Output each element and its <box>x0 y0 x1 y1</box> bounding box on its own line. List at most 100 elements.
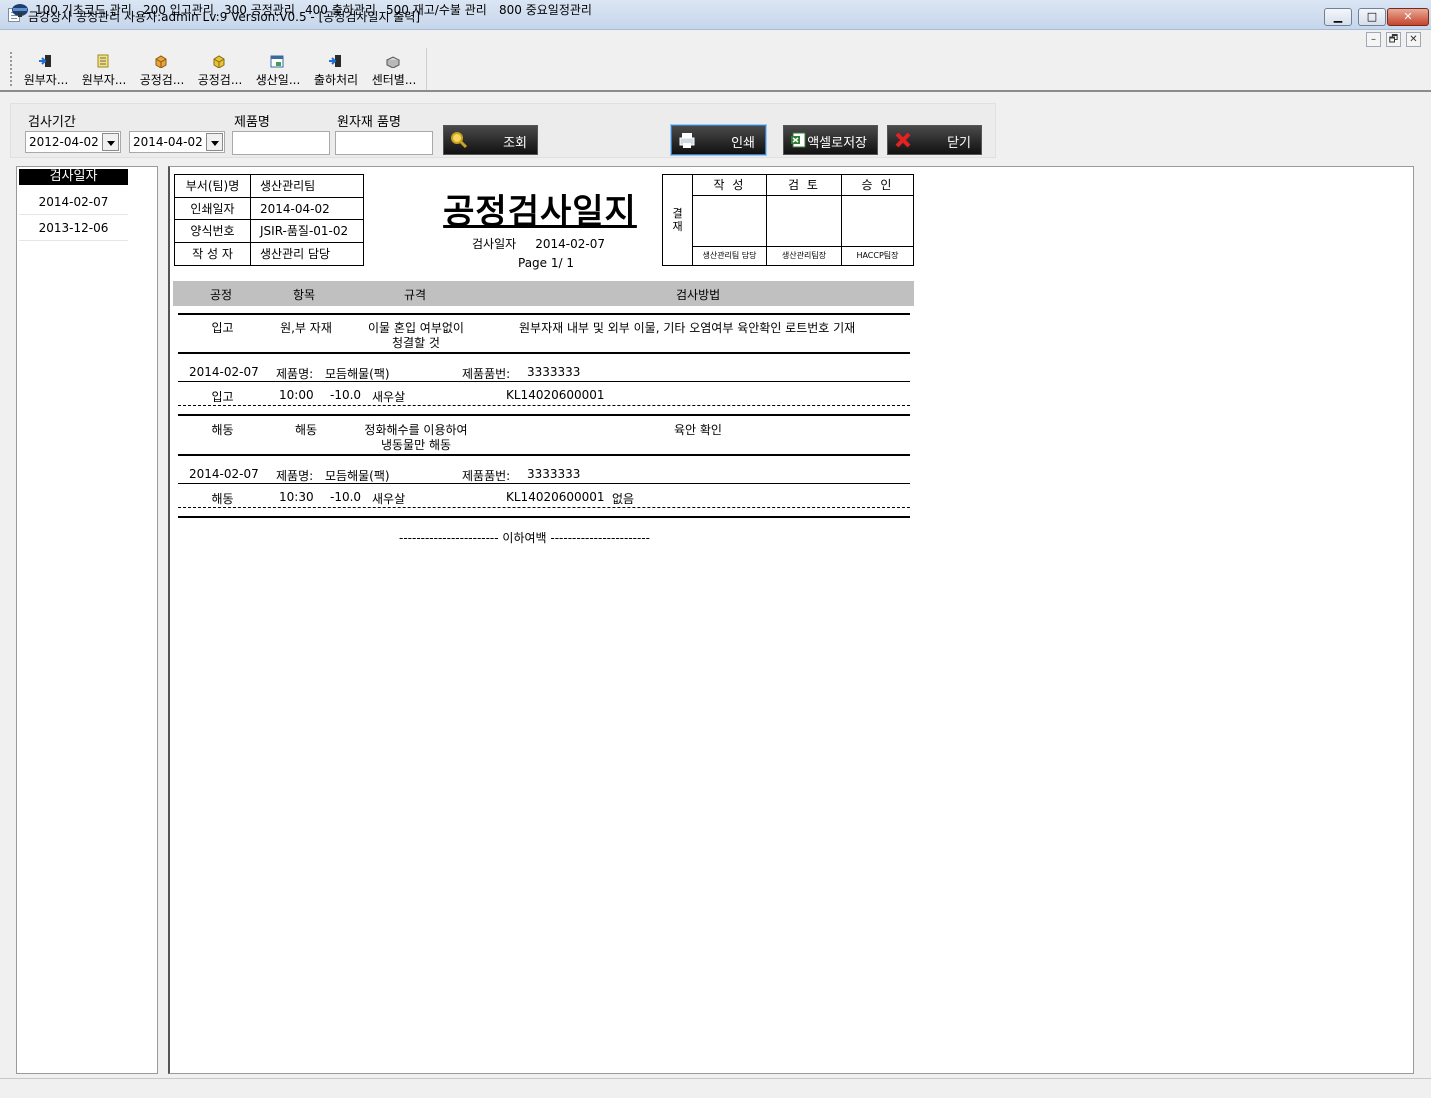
group-product: 모듬해물(팩) <box>325 469 390 483</box>
menu-400-shipping[interactable]: 400 출하관리 <box>305 1 376 18</box>
chevron-down-icon[interactable] <box>102 133 119 151</box>
group-product-label: 제품명: <box>276 367 314 381</box>
spec-text-line2: 청결할 것 <box>392 336 440 350</box>
toolbar-label: 원부자... <box>81 73 127 87</box>
menu-500-inventory[interactable]: 500 재고/수불 관리 <box>386 1 487 18</box>
approval-side-label: 결 재 <box>663 175 693 265</box>
spec-text-line2: 냉동물만 해동 <box>380 438 452 452</box>
column-method: 검사방법 <box>676 288 721 302</box>
toolbar-button-shipping[interactable]: 출하처리 <box>308 54 364 88</box>
toolbar-button-material-list[interactable]: 원부자... <box>76 54 132 88</box>
report-column-header: 공정 항목 규격 검사방법 <box>173 281 914 306</box>
section-rule <box>178 414 910 416</box>
report-page-number: Page 1/ 1 <box>518 256 574 270</box>
date-list-item[interactable]: 2013-12-06 <box>19 215 128 241</box>
toolbar-label: 원부자... <box>23 73 69 87</box>
minimize-button[interactable]: ▁ <box>1324 8 1352 26</box>
section-rule <box>178 352 910 354</box>
toolbar-label: 공정검... <box>139 73 185 87</box>
record-process: 해동 <box>211 492 234 506</box>
box-icon <box>213 55 225 68</box>
toolbar-label: 공정검... <box>197 73 243 87</box>
menu-800-schedule[interactable]: 800 중요일정관리 <box>499 1 592 18</box>
report-inspection-date: 검사일자 2014-02-07 <box>472 237 605 251</box>
approval-foot: 생산관리팀 담당 <box>693 246 766 265</box>
mdi-restore-button[interactable]: 🗗 <box>1386 32 1401 47</box>
period-label: 검사기간 <box>28 115 76 130</box>
print-button-label: 인쇄 <box>731 136 755 151</box>
record-temp: -10.0 <box>330 490 362 504</box>
spec-item: 원,부 자재 <box>280 321 332 335</box>
approval-head: 검 토 <box>767 175 841 196</box>
frame-divider <box>0 90 1431 92</box>
toolbar-button-center[interactable]: 센터별... <box>366 54 422 88</box>
date-list-item[interactable]: 2014-02-07 <box>19 189 128 215</box>
calendar-icon <box>270 55 284 68</box>
info-value: JSIR-품질-01-02 <box>260 224 349 238</box>
group-code: 3333333 <box>527 365 581 379</box>
status-bar <box>0 1078 1431 1098</box>
spec-process: 입고 <box>211 321 234 335</box>
info-key: 양식번호 <box>175 220 251 242</box>
query-button-label: 조회 <box>503 136 527 151</box>
record-note: 없음 <box>612 492 635 506</box>
date-to-picker[interactable]: 2014-04-02 <box>129 131 225 153</box>
toolbar-button-production-log[interactable]: 생산일... <box>250 54 306 88</box>
group-code-label: 제품품번: <box>462 367 511 381</box>
toolbar-label: 생산일... <box>255 73 301 87</box>
spec-method: 원부자재 내부 및 외부 이물, 기타 오염여부 육안확인 로트번호 기재 <box>519 321 856 335</box>
toolbar-grip[interactable] <box>10 52 12 86</box>
record-material: 새우살 <box>372 390 406 404</box>
date-from-picker[interactable]: 2012-04-02 <box>25 131 121 153</box>
date-list-header: 검사일자 <box>19 169 128 185</box>
toolbar-button-process-check-2[interactable]: 공정검... <box>192 54 248 88</box>
info-row: 인쇄일자 2014-04-02 <box>175 197 363 220</box>
info-key: 인쇄일자 <box>175 197 251 219</box>
door-arrow-icon <box>39 55 51 67</box>
approval-box: 결 재 작 성 생산관리팀 담당 검 토 생산관리팀장 승 인 HACCP팀장 <box>662 174 914 266</box>
material-label: 원자재 품명 <box>337 115 401 130</box>
search-icon <box>451 132 468 149</box>
menu-100-basic-code[interactable]: 100 기초코드 관리 <box>35 1 132 18</box>
record-rule <box>178 405 910 406</box>
report-end-note: ----------------------- 이하여백 -----------… <box>399 531 650 545</box>
info-key: 작 성 자 <box>175 242 251 265</box>
record-temp: -10.0 <box>330 388 362 402</box>
record-time: 10:30 <box>279 490 314 504</box>
close-button[interactable]: 닫기 <box>887 125 982 155</box>
info-value: 2014-04-02 <box>260 201 330 216</box>
toolbar-button-process-check-1[interactable]: 공정검... <box>134 54 190 88</box>
column-item: 항목 <box>293 288 316 302</box>
spec-process: 해동 <box>211 423 234 437</box>
mdi-minimize-button[interactable]: – <box>1366 32 1381 47</box>
material-input[interactable] <box>335 131 433 155</box>
excel-save-button-label: 액셀로저장 <box>807 136 867 151</box>
info-row: 양식번호 JSIR-품질-01-02 <box>175 220 363 243</box>
query-button[interactable]: 조회 <box>443 125 538 155</box>
excel-save-button[interactable]: 액셀로저장 <box>783 125 878 155</box>
print-button[interactable]: 인쇄 <box>671 125 766 155</box>
group-date: 2014-02-07 <box>189 467 259 481</box>
product-input[interactable] <box>232 131 330 155</box>
maximize-button[interactable]: □ <box>1358 8 1386 26</box>
toolbar-label: 출하처리 <box>313 73 359 87</box>
section-rule <box>178 516 910 518</box>
toolbar-label: 센터별... <box>371 73 417 87</box>
close-window-button[interactable]: ✕ <box>1387 8 1429 26</box>
toolbar-button-material-in[interactable]: 원부자... <box>18 54 74 88</box>
section-rule <box>178 454 910 456</box>
approval-head: 작 성 <box>693 175 766 196</box>
chevron-down-icon[interactable] <box>206 133 223 151</box>
report-title: 공정검사일지 <box>443 192 637 232</box>
info-row: 부서(팀)명 생산관리팀 <box>175 175 363 198</box>
date-from-value: 2012-04-02 <box>29 135 99 149</box>
group-rule <box>178 381 910 382</box>
menu-200-receiving[interactable]: 200 입고관리 <box>143 1 214 18</box>
app-logo-icon <box>12 4 28 17</box>
document-icon <box>97 54 109 68</box>
printer-icon <box>679 133 695 148</box>
date-list-panel <box>16 166 158 1074</box>
menu-300-process[interactable]: 300 공정관리 <box>224 1 295 18</box>
mdi-close-button[interactable]: ✕ <box>1406 32 1421 47</box>
group-date: 2014-02-07 <box>189 365 259 379</box>
